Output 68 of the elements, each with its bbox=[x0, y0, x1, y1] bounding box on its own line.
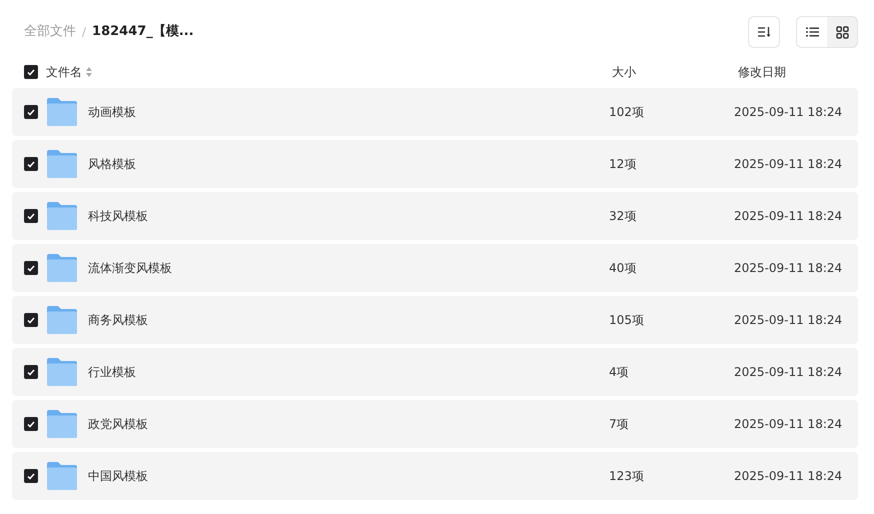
select-all-checkbox[interactable] bbox=[24, 65, 38, 79]
modified-date: 2025-09-11 18:24 bbox=[734, 260, 842, 277]
folder-name: 政党风模板 bbox=[88, 416, 148, 433]
modified-date: 2025-09-11 18:24 bbox=[734, 416, 842, 433]
folder-name: 流体渐变风模板 bbox=[88, 260, 172, 277]
folder-icon bbox=[47, 306, 77, 334]
file-row[interactable]: 商务风模板 105项 2025-09-11 18:24 bbox=[12, 296, 858, 344]
item-count: 105项 bbox=[609, 313, 644, 327]
folder-name: 中国风模板 bbox=[88, 468, 148, 485]
folder-icon bbox=[47, 150, 77, 178]
column-header: 文件名 bbox=[46, 64, 82, 81]
sort-icon bbox=[757, 26, 771, 38]
check-icon bbox=[27, 160, 35, 168]
folder-icon bbox=[47, 462, 77, 490]
item-count: 4项 bbox=[609, 365, 629, 379]
check-icon bbox=[27, 420, 35, 428]
file-row[interactable]: 中国风模板 123项 2025-09-11 18:24 bbox=[12, 452, 858, 500]
item-count: 7项 bbox=[609, 417, 629, 431]
folder-name: 商务风模板 bbox=[88, 312, 148, 329]
folder-icon bbox=[47, 202, 77, 230]
modified-date: 2025-09-11 18:24 bbox=[734, 312, 842, 329]
row-checkbox[interactable] bbox=[24, 105, 38, 119]
modified-date: 2025-09-11 18:24 bbox=[734, 364, 842, 381]
file-row[interactable]: 流体渐变风模板 40项 2025-09-11 18:24 bbox=[12, 244, 858, 292]
grid-icon bbox=[836, 26, 848, 38]
check-icon bbox=[27, 316, 35, 324]
file-row[interactable]: 科技风模板 32项 2025-09-11 18:24 bbox=[12, 192, 858, 240]
sort-button[interactable] bbox=[748, 16, 780, 48]
breadcrumb-separator: / bbox=[82, 24, 86, 41]
check-icon bbox=[27, 472, 35, 480]
item-count: 102项 bbox=[609, 105, 644, 119]
current-folder-title: 182447_【模... bbox=[92, 23, 194, 42]
row-checkbox[interactable] bbox=[24, 469, 38, 483]
folder-name: 行业模板 bbox=[88, 364, 136, 381]
file-row[interactable]: 风格模板 12项 2025-09-11 18:24 bbox=[12, 140, 858, 188]
row-checkbox[interactable] bbox=[24, 209, 38, 223]
modified-date: 2025-09-11 18:24 bbox=[734, 468, 842, 485]
item-count: 12项 bbox=[609, 157, 636, 171]
list-icon bbox=[806, 27, 818, 37]
check-icon bbox=[27, 368, 35, 376]
row-checkbox[interactable] bbox=[24, 261, 38, 275]
modified-date: 2025-09-11 18:24 bbox=[734, 208, 842, 225]
item-count: 40项 bbox=[609, 261, 636, 275]
modified-date: 2025-09-11 18:24 bbox=[734, 104, 842, 121]
row-checkbox[interactable] bbox=[24, 313, 38, 327]
column-header: 修改日期 bbox=[738, 65, 786, 79]
item-count: 32项 bbox=[609, 209, 636, 223]
folder-icon bbox=[47, 358, 77, 386]
column-header: 大小 bbox=[612, 65, 636, 79]
check-icon bbox=[27, 212, 35, 220]
folder-name: 动画模板 bbox=[88, 104, 136, 121]
row-checkbox[interactable] bbox=[24, 365, 38, 379]
check-icon bbox=[27, 68, 35, 76]
file-row[interactable]: 动画模板 102项 2025-09-11 18:24 bbox=[12, 88, 858, 136]
file-row[interactable]: 行业模板 4项 2025-09-11 18:24 bbox=[12, 348, 858, 396]
folder-icon bbox=[47, 98, 77, 126]
check-icon bbox=[27, 108, 35, 116]
folder-name: 科技风模板 bbox=[88, 208, 148, 225]
folder-icon bbox=[47, 254, 77, 282]
item-count: 123项 bbox=[609, 469, 644, 483]
row-checkbox[interactable] bbox=[24, 417, 38, 431]
file-row[interactable]: 政党风模板 7项 2025-09-11 18:24 bbox=[12, 400, 858, 448]
folder-name: 风格模板 bbox=[88, 156, 136, 173]
folder-icon bbox=[47, 410, 77, 438]
list-view-button[interactable] bbox=[797, 17, 827, 47]
row-checkbox[interactable] bbox=[24, 157, 38, 171]
check-icon bbox=[27, 264, 35, 272]
modified-date: 2025-09-11 18:24 bbox=[734, 156, 842, 173]
